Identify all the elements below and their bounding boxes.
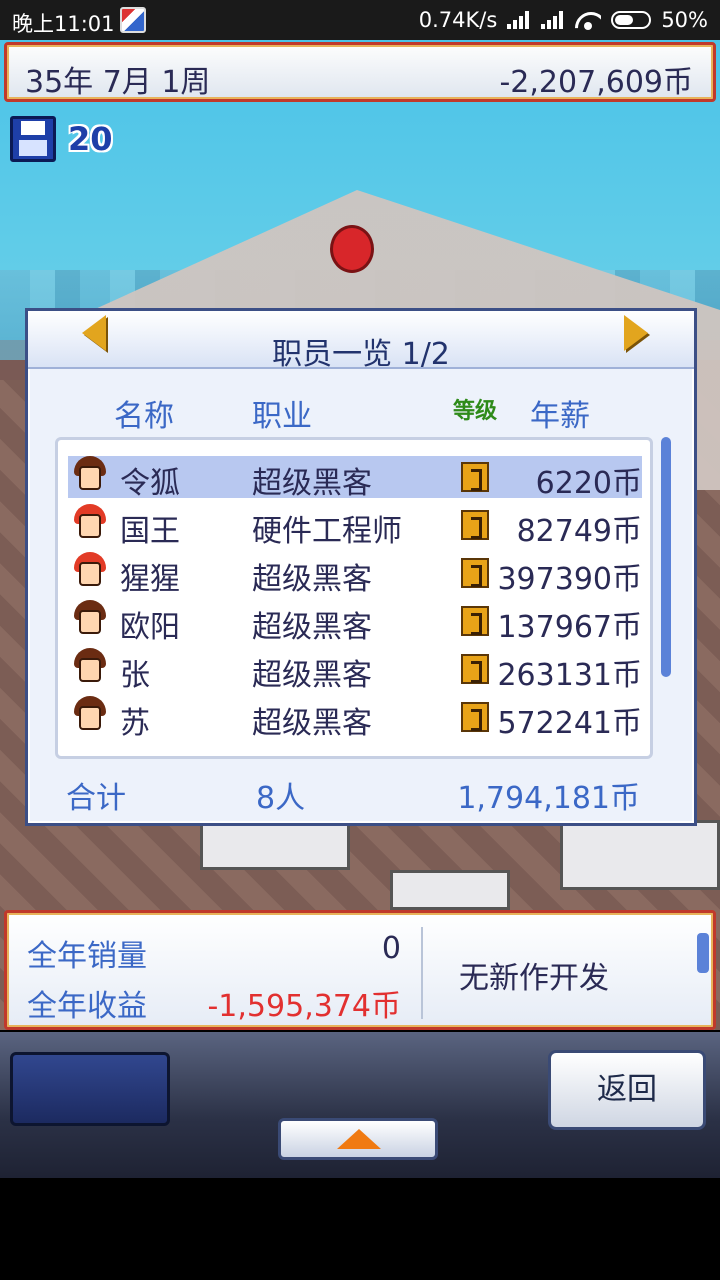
staff-row[interactable]: 张 超级黑客 263131币 — [68, 648, 642, 693]
dialog-header: 职员一览 1/2 — [28, 311, 694, 372]
staff-job: 超级黑客 — [252, 610, 372, 645]
back-button[interactable]: 返回 — [548, 1050, 706, 1130]
column-job: 职业 — [252, 399, 312, 434]
up-arrow-icon — [337, 1129, 381, 1149]
cell-signal-icon — [507, 11, 531, 29]
top-bar: 35年 7月 1周 -2,207,609币 — [4, 42, 716, 102]
battery-icon — [611, 11, 652, 29]
column-level: 等级 — [453, 399, 498, 424]
level-badge-icon — [461, 462, 489, 492]
column-salary: 年薪 — [530, 399, 590, 434]
level-badge-icon — [461, 654, 489, 684]
staff-name: 猩猩 — [120, 562, 180, 597]
staff-salary: 263131币 — [497, 658, 642, 693]
level-badge-icon — [461, 558, 489, 588]
staff-row[interactable]: 猩猩 超级黑客 397390币 — [68, 552, 642, 597]
news-text: 无新作开发 — [459, 961, 609, 996]
level-badge-icon — [461, 510, 489, 540]
staff-salary: 6220币 — [535, 466, 642, 501]
expand-menu-button[interactable] — [278, 1118, 438, 1160]
staff-row[interactable]: 苏 超级黑客 572241币 — [68, 696, 642, 741]
staff-salary: 572241币 — [497, 706, 642, 741]
funds: -2,207,609币 — [499, 65, 693, 100]
total-salary: 1,794,181币 — [457, 781, 640, 816]
staff-job: 超级黑客 — [252, 706, 372, 741]
annual-profit-value: -1,595,374币 — [207, 989, 401, 1024]
staff-job: 超级黑客 — [252, 466, 372, 501]
staff-row[interactable]: 令狐 超级黑客 6220币 — [68, 456, 642, 501]
office-desk — [560, 820, 720, 890]
staff-name: 令狐 — [120, 466, 180, 501]
level-badge-icon — [461, 606, 489, 636]
news-scrollbar[interactable] — [697, 933, 709, 973]
wifi-icon — [575, 10, 601, 30]
staff-avatar — [72, 648, 108, 690]
right-arrow-icon[interactable] — [624, 315, 648, 351]
column-name: 名称 — [114, 399, 174, 434]
menu-panel[interactable] — [10, 1052, 170, 1126]
staff-job: 硬件工程师 — [252, 514, 402, 549]
staff-row[interactable]: 国王 硬件工程师 82749币 — [68, 504, 642, 549]
annual-info-bar: 全年销量 0 全年收益 -1,595,374币 无新作开发 — [4, 910, 716, 1030]
staff-job: 超级黑客 — [252, 562, 372, 597]
staff-avatar — [72, 696, 108, 738]
annual-sales-value: 0 — [381, 931, 401, 966]
staff-job: 超级黑客 — [252, 658, 372, 693]
office-desk — [390, 870, 510, 910]
dialog-title: 职员一览 1/2 — [272, 337, 450, 372]
app-icon — [120, 7, 146, 33]
cell-signal-icon — [541, 11, 565, 29]
staff-salary: 397390币 — [497, 562, 642, 597]
game-date: 35年 7月 1周 — [25, 65, 211, 100]
floppy-disk-icon — [10, 116, 56, 162]
info-divider — [421, 927, 423, 1019]
save-indicator[interactable]: 20 — [10, 116, 113, 162]
total-label: 合计 — [66, 781, 126, 816]
staff-salary: 82749币 — [516, 514, 642, 549]
bottom-controls: 返回 — [0, 1032, 720, 1178]
staff-list-dialog: 职员一览 1/2 名称 职业 等级 年薪 令狐 超级黑客 6220币 国王 硬件… — [25, 308, 697, 826]
staff-name: 苏 — [120, 706, 150, 741]
lantern-decoration — [330, 225, 374, 273]
staff-avatar — [72, 600, 108, 642]
staff-row[interactable]: 欧阳 超级黑客 137967币 — [68, 600, 642, 645]
staff-name: 欧阳 — [120, 610, 180, 645]
staff-name: 国王 — [120, 514, 180, 549]
staff-salary: 137967币 — [497, 610, 642, 645]
staff-list[interactable]: 令狐 超级黑客 6220币 国王 硬件工程师 82749币 猩猩 超级黑客 39… — [55, 437, 653, 759]
staff-list-scrollbar[interactable] — [661, 437, 671, 677]
save-count: 20 — [68, 120, 113, 158]
staff-name: 张 — [120, 658, 150, 693]
staff-avatar — [72, 456, 108, 498]
level-badge-icon — [461, 702, 489, 732]
status-bar: 晚上11:01 0.74K/s 50% — [0, 0, 720, 40]
annual-sales-label: 全年销量 — [27, 939, 147, 974]
battery-percent: 50% — [661, 8, 708, 32]
net-speed: 0.74K/s — [418, 8, 498, 32]
staff-avatar — [72, 504, 108, 546]
annual-profit-label: 全年收益 — [27, 989, 147, 1024]
total-people: 8人 — [256, 781, 306, 816]
staff-avatar — [72, 552, 108, 594]
status-time: 晚上11:01 — [12, 12, 115, 36]
